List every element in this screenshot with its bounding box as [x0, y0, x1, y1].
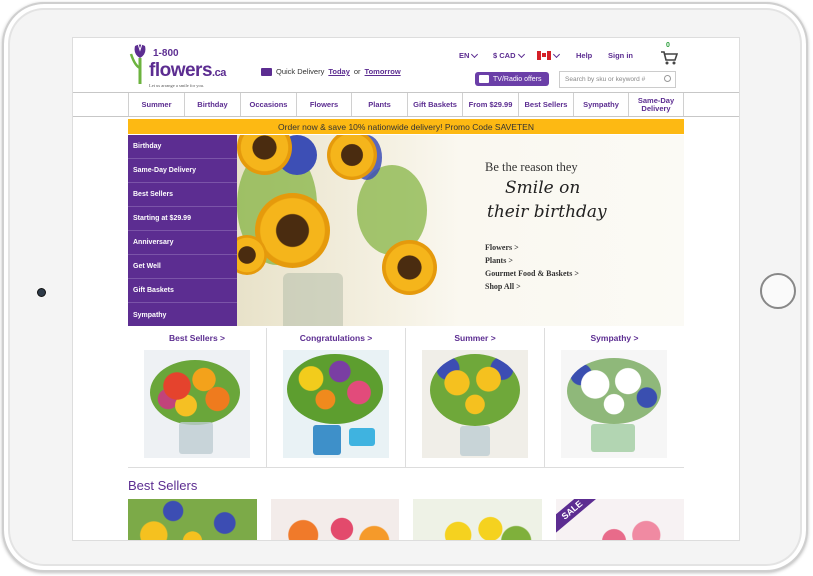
bouquet — [287, 354, 383, 424]
category-tiles: Best Sellers > Congratulations > Summer … — [128, 328, 684, 468]
hero-links: Flowers > Plants > Gourmet Food & Basket… — [485, 243, 579, 295]
nav-item-birthday[interactable]: Birthday — [184, 93, 240, 116]
hero-link-shop-all[interactable]: Shop All > — [485, 282, 579, 295]
left-menu-item-birthday[interactable]: Birthday — [128, 135, 237, 159]
category-title[interactable]: Best Sellers > — [128, 333, 266, 343]
delivery-tomorrow-link[interactable]: Tomorrow — [365, 67, 401, 76]
search-input[interactable]: Search by sku or keyword # — [559, 71, 676, 88]
product-image[interactable] — [422, 350, 528, 458]
bouquet — [430, 354, 520, 426]
nav-item-sympathy[interactable]: Sympathy — [573, 93, 628, 116]
hero-script-2: their birthday — [487, 202, 607, 222]
signin-link[interactable]: Sign in — [608, 51, 633, 60]
quick-delivery: Quick Delivery Today or Tomorrow — [261, 67, 401, 76]
vase — [179, 422, 213, 454]
country-selector[interactable] — [537, 50, 561, 60]
chevron-down-icon — [552, 50, 561, 58]
nav-item-same-day-delivery[interactable]: Same-Day Delivery — [628, 93, 684, 116]
search-icon[interactable] — [664, 75, 671, 82]
left-category-menu: Birthday Same-Day Delivery Best Sellers … — [128, 135, 237, 326]
nav-item-plants[interactable]: Plants — [351, 93, 407, 116]
tv-radio-label: TV/Radio offers — [493, 75, 542, 83]
left-menu-item-starting-29-99[interactable]: Starting at $29.99 — [128, 207, 237, 231]
nav-item-best-sellers[interactable]: Best Sellers — [518, 93, 573, 116]
cart-count: 0 — [666, 42, 670, 49]
category-tile-best-sellers[interactable]: Best Sellers > — [128, 328, 267, 468]
hero-link-gourmet[interactable]: Gourmet Food & Baskets > — [485, 269, 579, 282]
left-menu-item-sympathy[interactable]: Sympathy — [128, 303, 237, 327]
category-tile-sympathy[interactable]: Sympathy > — [545, 328, 684, 468]
logo-tagline: Let us arrange a smile for you. — [149, 83, 205, 88]
product-image — [128, 499, 257, 540]
best-seller-item[interactable] — [270, 499, 399, 540]
product-image — [413, 499, 542, 540]
left-menu-item-best-sellers[interactable]: Best Sellers — [128, 183, 237, 207]
currency-selector[interactable]: $ CAD — [493, 50, 525, 60]
category-title[interactable]: Congratulations > — [267, 333, 405, 343]
language-selector[interactable]: EN — [459, 50, 479, 60]
product-image[interactable] — [561, 350, 667, 458]
nav-item-gift-baskets[interactable]: Gift Baskets — [407, 93, 462, 116]
nav-item-flowers[interactable]: Flowers — [296, 93, 351, 116]
best-sellers-row: SALE — [128, 499, 684, 540]
hero-banner[interactable]: Be the reason they Smile on their birthd… — [237, 135, 684, 326]
hero-script-1: Smile on — [505, 178, 581, 198]
home-button[interactable] — [760, 273, 796, 309]
category-tile-summer[interactable]: Summer > — [406, 328, 545, 468]
browser-screen: 1-800 flowers.ca Let us arrange a smile … — [72, 37, 740, 541]
delivery-today-link[interactable]: Today — [328, 67, 350, 76]
category-tile-congratulations[interactable]: Congratulations > — [267, 328, 406, 468]
site-logo[interactable]: 1-800 flowers.ca Let us arrange a smile … — [129, 42, 226, 90]
tv-radio-offers-button[interactable]: TV/Radio offers — [475, 72, 549, 86]
search-placeholder: Search by sku or keyword # — [565, 76, 646, 83]
best-seller-item[interactable]: SALE — [555, 499, 684, 540]
cart-button[interactable]: 0 — [660, 42, 678, 65]
language-label: EN — [459, 51, 470, 60]
category-title[interactable]: Sympathy > — [545, 333, 684, 343]
promo-banner[interactable]: Order now & save 10% nationwide delivery… — [128, 119, 684, 134]
best-seller-item[interactable] — [128, 499, 257, 540]
left-menu-item-same-day-delivery[interactable]: Same-Day Delivery — [128, 159, 237, 183]
hero-link-plants[interactable]: Plants > — [485, 256, 579, 269]
best-sellers-heading: Best Sellers — [128, 478, 198, 493]
chevron-down-icon — [471, 50, 479, 58]
vase — [313, 425, 341, 455]
canada-flag-icon — [537, 51, 551, 60]
hero-link-flowers[interactable]: Flowers > — [485, 243, 579, 256]
hero-headline: Be the reason they — [485, 160, 578, 174]
chevron-down-icon — [517, 50, 525, 58]
nav-item-from-29-99[interactable]: From $29.99 — [462, 93, 518, 116]
vase — [591, 424, 635, 452]
product-image[interactable] — [144, 350, 250, 458]
tv-icon — [479, 75, 489, 83]
product-image — [270, 499, 399, 540]
logo-number: 1-800 — [153, 48, 179, 59]
left-menu-item-anniversary[interactable]: Anniversary — [128, 231, 237, 255]
hero-vase — [283, 273, 343, 326]
truck-icon — [261, 67, 272, 76]
main-nav: Summer Birthday Occasions Flowers Plants… — [73, 92, 739, 117]
bouquet — [567, 358, 661, 424]
camera-icon — [37, 288, 46, 297]
vase — [460, 426, 490, 456]
left-menu-item-gift-baskets[interactable]: Gift Baskets — [128, 279, 237, 303]
cart-icon — [661, 51, 678, 65]
hero-sunflower — [382, 240, 437, 295]
delivery-or-text: or — [353, 67, 361, 76]
currency-label: $ CAD — [493, 51, 516, 60]
product-image[interactable] — [283, 350, 389, 458]
nav-items: Summer Birthday Occasions Flowers Plants… — [128, 93, 684, 116]
nav-item-occasions[interactable]: Occasions — [240, 93, 296, 116]
best-seller-item[interactable] — [413, 499, 542, 540]
logo-brand: flowers.ca — [149, 60, 226, 81]
category-title[interactable]: Summer > — [406, 333, 544, 343]
left-menu-item-get-well[interactable]: Get Well — [128, 255, 237, 279]
quick-delivery-label: Quick Delivery — [276, 67, 325, 76]
nav-item-summer[interactable]: Summer — [128, 93, 184, 116]
tulip-icon — [129, 44, 146, 84]
help-link[interactable]: Help — [576, 51, 592, 60]
gift-box — [349, 428, 375, 446]
bouquet — [150, 360, 240, 425]
